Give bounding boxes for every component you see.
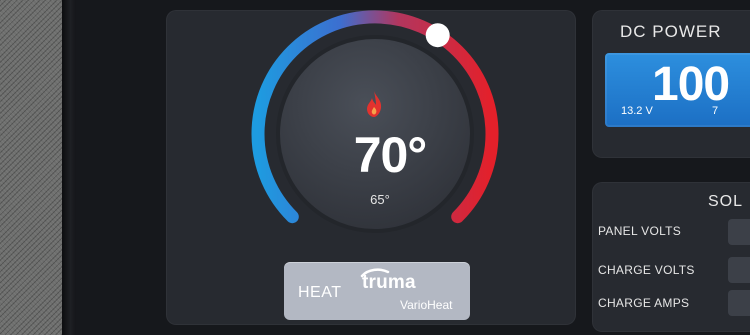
charge-amps-value-box bbox=[728, 290, 750, 316]
dc-power-title: DC POWER bbox=[620, 22, 722, 41]
current-temperature: 65° bbox=[370, 192, 390, 207]
heat-mode-label: HEAT bbox=[298, 284, 342, 301]
solar-title: SOL bbox=[708, 193, 744, 210]
panel-frame bbox=[0, 0, 62, 335]
setpoint-knob[interactable] bbox=[425, 23, 450, 48]
charge-volts-value-box bbox=[728, 257, 750, 283]
flame-icon bbox=[367, 91, 382, 117]
screen-bezel bbox=[62, 0, 76, 335]
dc-amps-readout: 7 bbox=[712, 105, 719, 117]
dc-power-value: 100 bbox=[652, 58, 730, 111]
charge-volts-label: CHARGE VOLTS bbox=[598, 263, 695, 277]
panel-volts-label: PANEL VOLTS bbox=[598, 224, 682, 238]
charge-amps-label: CHARGE AMPS bbox=[598, 296, 690, 310]
set-temperature: 70° bbox=[353, 127, 428, 183]
heater-model-label: VarioHeat bbox=[400, 298, 453, 312]
panel-volts-value-box bbox=[728, 219, 750, 245]
dc-voltage-readout: 13.2 V bbox=[621, 105, 653, 117]
truma-brand-logo: truma bbox=[362, 272, 416, 293]
